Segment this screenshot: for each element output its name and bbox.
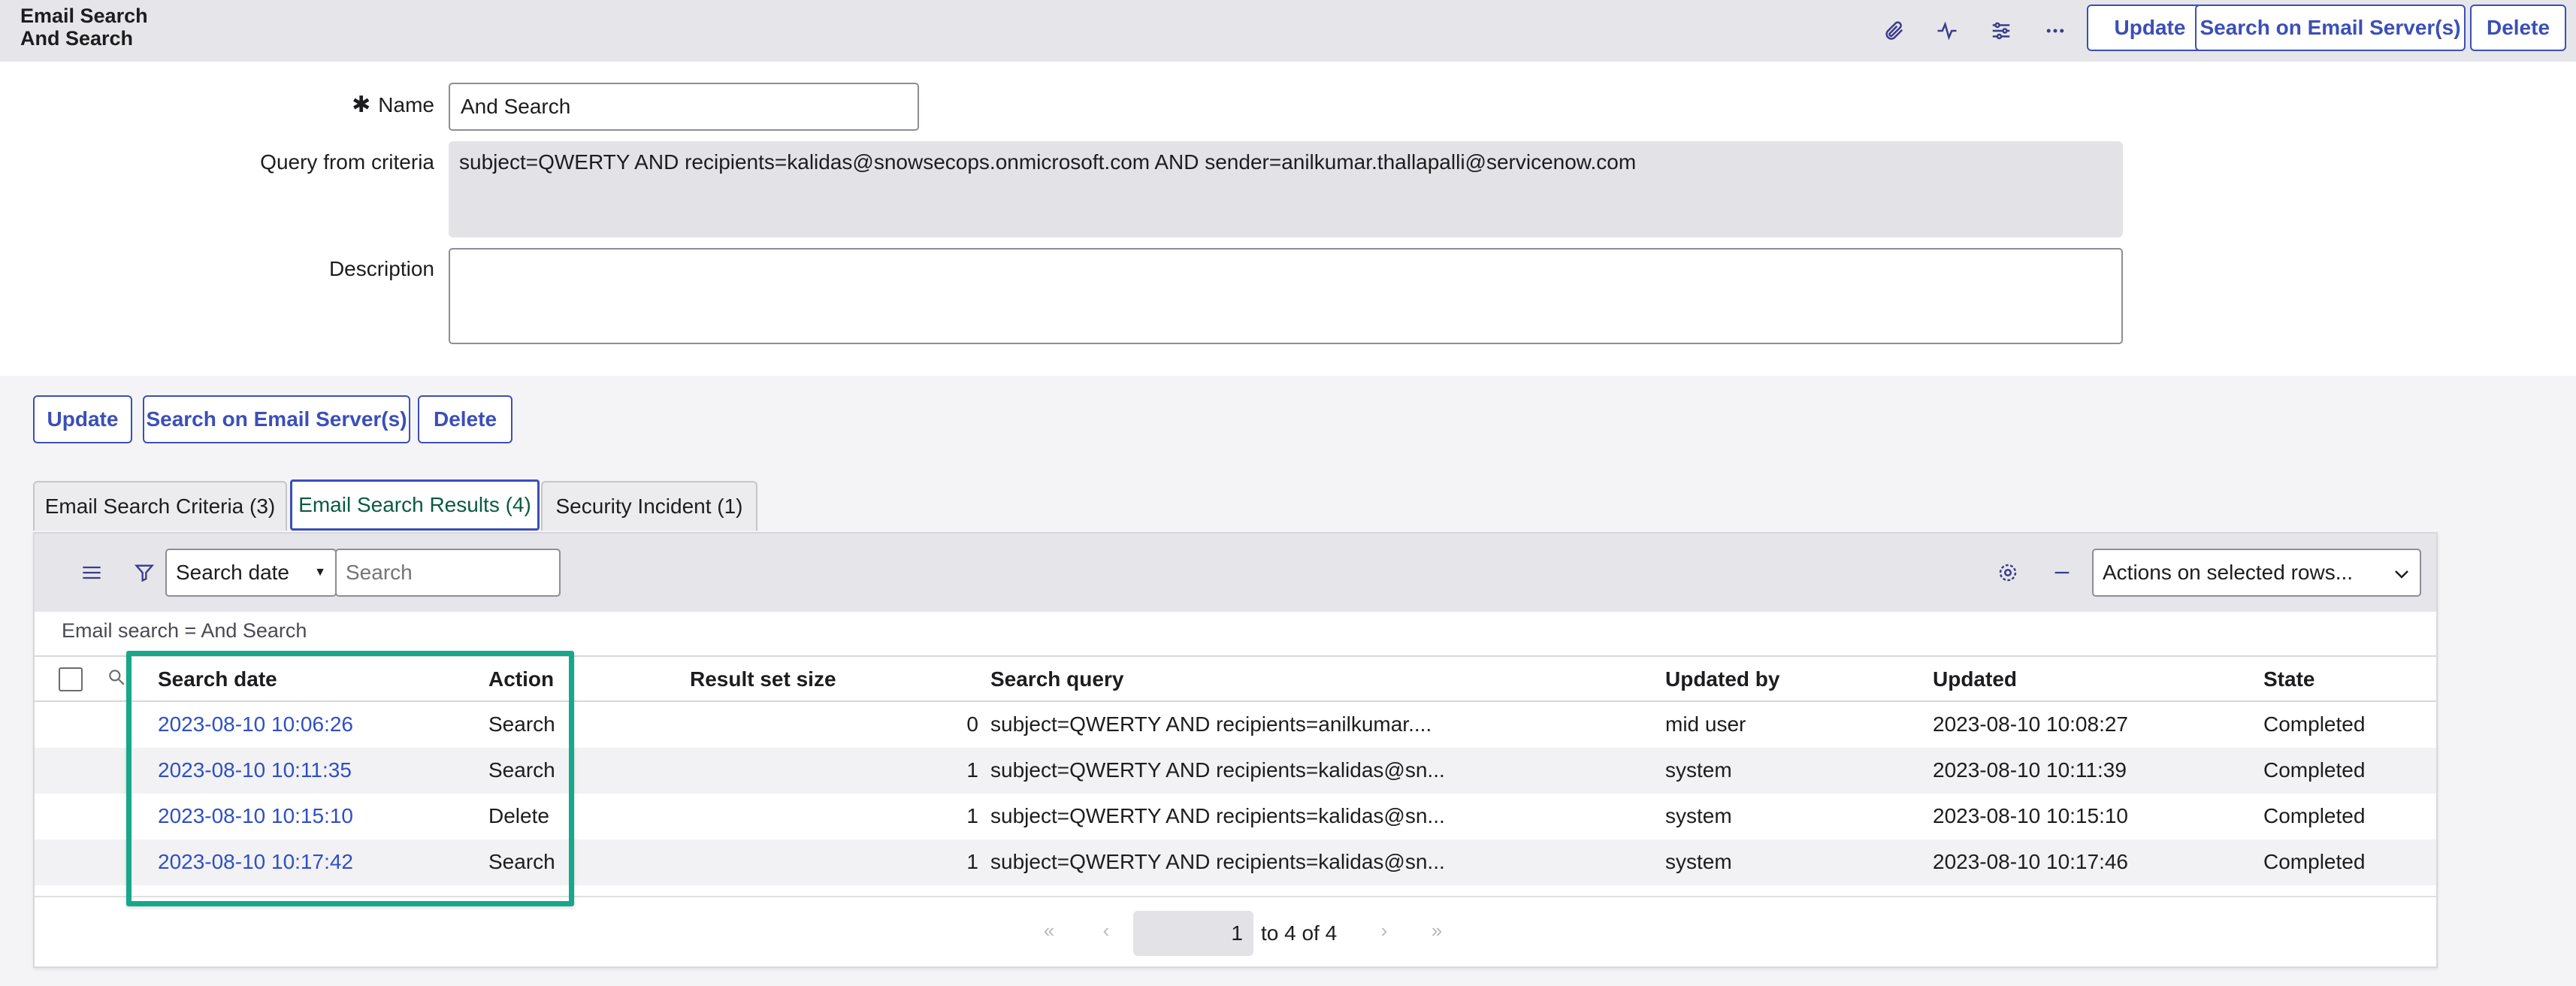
sliders-icon[interactable] <box>1984 14 2018 48</box>
column-action[interactable]: Action <box>488 667 554 691</box>
updated-cell: 2023-08-10 10:11:39 <box>1933 758 2127 782</box>
state-cell: Completed <box>2263 758 2366 782</box>
list-toolbar: Search date ▼ Actions on selected rows..… <box>35 534 2436 612</box>
result-size-cell: 1 <box>966 850 978 873</box>
breadcrumb[interactable]: Email search = And Search <box>62 619 307 643</box>
table-row: 2023-08-10 10:11:35 Search 1 subject=QWE… <box>35 748 2436 794</box>
delete-button[interactable]: Delete <box>418 395 512 443</box>
updated-cell: 2023-08-10 10:08:27 <box>1933 712 2128 736</box>
description-label: Description <box>328 257 434 280</box>
description-field[interactable] <box>449 248 2123 344</box>
first-page-icon[interactable]: « <box>1034 915 1064 945</box>
query-cell: subject=QWERTY AND recipients=kalidas@sn… <box>990 804 1445 827</box>
action-cell: Search <box>488 712 555 736</box>
state-cell: Completed <box>2263 712 2366 736</box>
table-row: 2023-08-10 10:15:10 Delete 1 subject=QWE… <box>35 794 2436 839</box>
header-update-button[interactable]: Update <box>2087 5 2213 51</box>
header-delete-button[interactable]: Delete <box>2470 5 2566 51</box>
last-page-icon[interactable]: » <box>1422 915 1452 945</box>
result-size-cell: 0 <box>966 712 978 736</box>
table-row: 2023-08-10 10:17:42 Search 1 subject=QWE… <box>35 839 2436 885</box>
record-title: Email Search And Search <box>20 5 148 50</box>
caret-down-icon: ▼ <box>314 566 326 579</box>
search-field-select[interactable]: Search date ▼ <box>165 549 337 597</box>
column-updated-by[interactable]: Updated by <box>1665 667 1779 691</box>
tab-security-incident[interactable]: Security Incident (1) <box>541 481 757 531</box>
email-search-results-list: Search date ▼ Actions on selected rows..… <box>33 532 2438 968</box>
activity-icon[interactable] <box>1930 14 1964 48</box>
page-number-input[interactable]: 1 <box>1133 911 1253 956</box>
result-size-cell: 1 <box>966 758 978 782</box>
action-cell: Delete <box>488 804 549 827</box>
query-cell: subject=QWERTY AND recipients=kalidas@sn… <box>990 850 1445 873</box>
record-title-line1: Email Search <box>20 5 148 27</box>
tab-email-search-criteria[interactable]: Email Search Criteria (3) <box>33 481 287 531</box>
search-servers-button[interactable]: Search on Email Server(s) <box>143 395 410 443</box>
column-search-date[interactable]: Search date <box>158 667 277 691</box>
state-cell: Completed <box>2263 804 2366 827</box>
chevron-down-icon <box>2394 561 2409 585</box>
name-field[interactable]: And Search <box>449 83 919 131</box>
select-all-checkbox[interactable] <box>59 667 83 691</box>
hamburger-menu-icon[interactable] <box>75 556 108 589</box>
updated-cell: 2023-08-10 10:17:46 <box>1933 850 2128 873</box>
update-button[interactable]: Update <box>33 395 132 443</box>
search-date-link[interactable]: 2023-08-10 10:17:42 <box>158 850 353 874</box>
query-label: Query from criteria <box>260 150 434 174</box>
table-header: Search date Action Result set size Searc… <box>35 655 2436 702</box>
query-cell: subject=QWERTY AND recipients=anilkumar.… <box>990 712 1432 736</box>
search-date-link[interactable]: 2023-08-10 10:11:35 <box>158 758 352 782</box>
actions-select[interactable]: Actions on selected rows... <box>2092 549 2421 597</box>
header-search-servers-button[interactable]: Search on Email Server(s) <box>2195 5 2466 51</box>
next-page-icon[interactable]: › <box>1369 915 1399 945</box>
column-result-set-size[interactable]: Result set size <box>690 667 836 691</box>
query-cell: subject=QWERTY AND recipients=kalidas@sn… <box>990 758 1445 782</box>
updated-by-cell: system <box>1665 850 1732 873</box>
page-range-text: to 4 of 4 <box>1261 921 1338 945</box>
record-title-line2: And Search <box>20 27 134 50</box>
search-date-link[interactable]: 2023-08-10 10:06:26 <box>158 712 353 736</box>
updated-by-cell: system <box>1665 804 1732 827</box>
search-date-link[interactable]: 2023-08-10 10:15:10 <box>158 804 353 828</box>
result-size-cell: 1 <box>966 804 978 827</box>
name-label: ✱ Name <box>352 92 434 117</box>
state-cell: Completed <box>2263 850 2366 873</box>
required-icon: ✱ <box>352 92 371 117</box>
column-state[interactable]: State <box>2263 667 2314 691</box>
table-row: 2023-08-10 10:06:26 Search 0 subject=QWE… <box>35 702 2436 748</box>
action-cell: Search <box>488 850 555 873</box>
column-updated[interactable]: Updated <box>1933 667 2017 691</box>
filter-icon[interactable] <box>128 556 161 589</box>
previous-page-icon[interactable]: ‹ <box>1091 915 1121 945</box>
action-cell: Search <box>488 758 555 782</box>
updated-cell: 2023-08-10 10:15:10 <box>1933 804 2128 827</box>
column-search-icon[interactable] <box>107 667 126 691</box>
column-search-query[interactable]: Search query <box>990 667 1123 691</box>
collapse-icon[interactable] <box>2045 556 2079 589</box>
pagination: « ‹ 1 to 4 of 4 › » <box>35 896 2436 968</box>
updated-by-cell: system <box>1665 758 1732 782</box>
query-field: subject=QWERTY AND recipients=kalidas@sn… <box>449 141 2123 237</box>
record-form: ✱ Name And Search Query from criteria sub… <box>0 62 2576 376</box>
more-icon[interactable] <box>2038 14 2073 48</box>
search-input[interactable] <box>335 549 561 597</box>
record-header: Email Search And Search Update Search on… <box>0 0 2576 62</box>
paperclip-icon[interactable] <box>1876 14 1911 48</box>
tab-email-search-results[interactable]: Email Search Results (4) <box>290 479 540 531</box>
updated-by-cell: mid user <box>1665 712 1746 736</box>
gear-icon[interactable] <box>1991 556 2024 589</box>
